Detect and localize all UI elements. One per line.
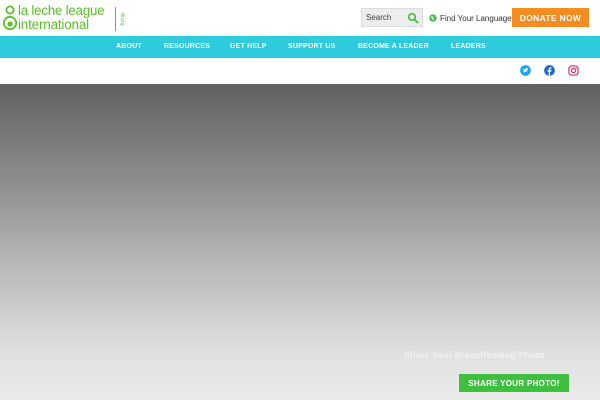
nav-item-resources[interactable]: RESOURCES: [164, 36, 210, 58]
logo-divider: [115, 7, 116, 31]
nav-item-about[interactable]: ABOUT: [116, 36, 142, 58]
logo-text-line-1: la leche league: [18, 3, 105, 18]
nav-item-leaders[interactable]: LEADERS: [451, 36, 486, 58]
logo-side-text: llli.org: [119, 12, 125, 26]
logo-mother-child-icon: [3, 5, 17, 31]
find-language-link[interactable]: Find Your Language: [429, 12, 512, 24]
find-language-label: Find Your Language: [440, 13, 512, 23]
lll-logo[interactable]: la leche league international llli.org: [3, 3, 141, 34]
twitter-icon[interactable]: [520, 65, 531, 76]
site-header: la leche league international llli.org F…: [0, 0, 600, 36]
hero-banner: Share Your Breastfeeding Photo SHARE YOU…: [0, 84, 600, 400]
search-box: [361, 8, 423, 27]
share-your-photo-button[interactable]: SHARE YOUR PHOTO!: [459, 374, 569, 392]
nav-item-become-a-leader[interactable]: BECOME A LEADER: [358, 36, 429, 58]
globe-icon: [429, 14, 437, 22]
main-nav: ABOUT RESOURCES GET HELP SUPPORT US BECO…: [0, 36, 600, 58]
search-input[interactable]: [362, 9, 406, 26]
hero-title: Share Your Breastfeeding Photo: [404, 350, 545, 360]
nav-item-get-help[interactable]: GET HELP: [230, 36, 267, 58]
instagram-icon[interactable]: [568, 65, 579, 76]
search-icon[interactable]: [407, 12, 419, 24]
donate-now-button[interactable]: DONATE NOW: [512, 8, 589, 27]
social-bar: [0, 58, 600, 84]
logo-text-line-2: international: [18, 17, 89, 32]
facebook-icon[interactable]: [544, 65, 555, 76]
nav-item-support-us[interactable]: SUPPORT US: [288, 36, 336, 58]
